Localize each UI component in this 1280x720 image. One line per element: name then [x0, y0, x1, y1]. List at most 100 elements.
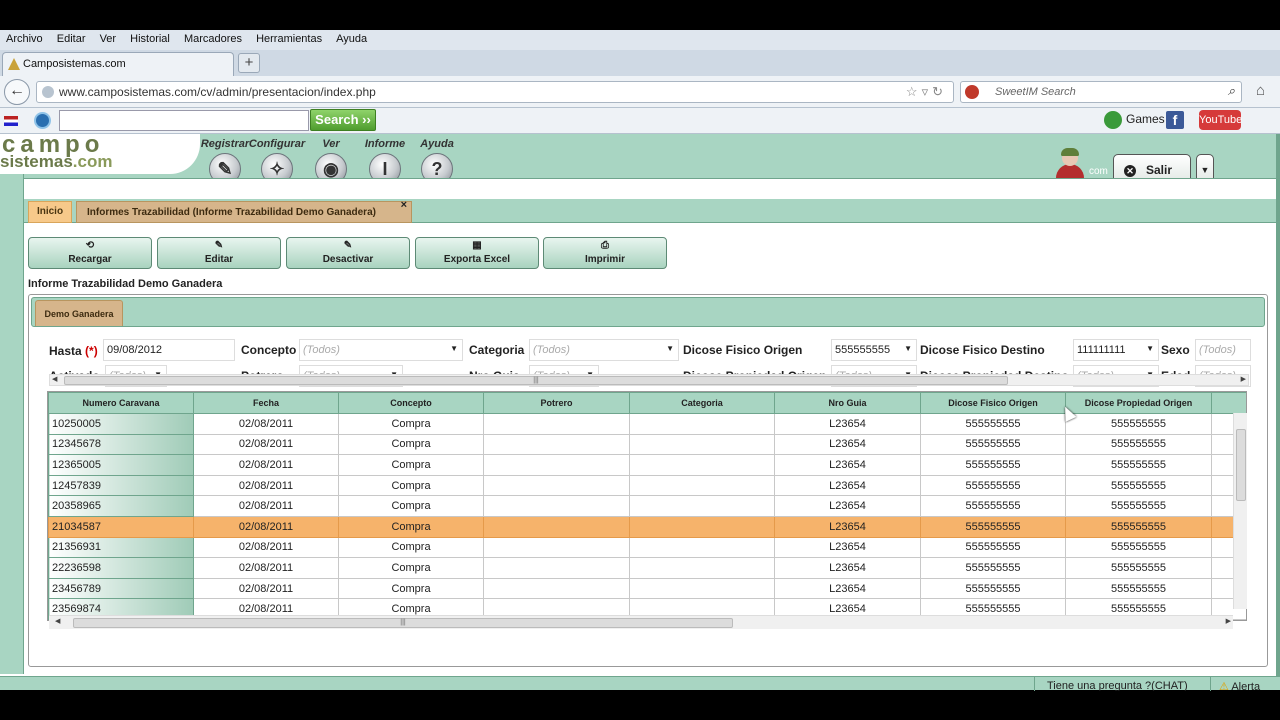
table-cell: L23654 [774, 557, 921, 579]
table-row[interactable]: 21356931 02/08/2011 Compra L23654 555555555 5… [48, 536, 1246, 559]
menu-ayuda[interactable]: Ayuda [330, 30, 372, 45]
scroll-thumb[interactable]: ||| [73, 618, 733, 628]
search-icon[interactable]: ⌕ [1228, 83, 1235, 99]
tab-informes[interactable]: Informes Trazabilidad (Informe Trazabili… [76, 199, 412, 223]
site-identity-icon[interactable] [42, 86, 54, 98]
language-flag-icon[interactable] [4, 116, 18, 126]
column-header[interactable]: Concepto [338, 392, 484, 414]
table-row[interactable]: 23456789 02/08/2011 Compra L23654 555555555 5… [48, 577, 1246, 600]
categoria-label: Categoria [469, 343, 525, 357]
scroll-left-icon[interactable]: ◀ [52, 375, 57, 383]
table-cell: Compra [338, 433, 484, 456]
browser-tabbar: Camposistemas.com + [0, 50, 1280, 76]
menu-historial[interactable]: Historial [124, 30, 175, 45]
table-row[interactable]: 22236598 02/08/2011 Compra L23654 555555555 5… [48, 557, 1246, 579]
hasta-date-input[interactable]: 09/08/2012 [103, 339, 235, 361]
scroll-right-icon[interactable]: ▶ [1241, 375, 1246, 383]
tab-inicio[interactable]: Inicio [28, 201, 72, 223]
menu-informe-label: Informe [364, 138, 406, 150]
table-cell: 555555555 [1065, 557, 1212, 579]
table-cell: 555555555 [920, 474, 1066, 497]
bookmark-reload-icons[interactable]: ☆▿↻ [906, 84, 947, 100]
games-label: Games [1126, 112, 1165, 127]
facebook-icon[interactable]: f [1166, 111, 1184, 129]
table-cell: 23456789 [48, 577, 194, 600]
logo-bottom: sistemas.com [0, 152, 112, 172]
column-header[interactable]: Di [1211, 392, 1246, 414]
column-header[interactable]: Potrero [483, 392, 630, 414]
table-cell [629, 433, 775, 456]
reload-label: Recargar [68, 254, 112, 265]
dicose-fisico-destino-select[interactable]: 111111111 ▼ [1073, 339, 1159, 361]
search-engine-icon[interactable] [965, 85, 979, 99]
table-cell: 555555555 [920, 515, 1066, 538]
dropdown-arrow-icon: ▼ [450, 344, 458, 353]
addon-toolbar: Search ›› Games f YouTube [0, 108, 1280, 134]
menu-editar[interactable]: Editar [51, 30, 91, 45]
browser-search-bar[interactable]: SweetIM Search ⌕ [960, 81, 1242, 103]
table-cell [629, 413, 775, 435]
table-cell: 12457839 [48, 474, 194, 497]
categoria-select[interactable]: (Todos) ▼ [529, 339, 679, 361]
column-header[interactable]: Dicose Propiedad Origen [1065, 392, 1212, 414]
column-header[interactable]: Fecha [193, 392, 339, 414]
column-header[interactable]: Dicose Fisico Origen [920, 392, 1066, 414]
new-tab-button[interactable]: + [238, 53, 260, 73]
table-row[interactable]: 12365005 02/08/2011 Compra L23654 555555555 5… [48, 454, 1246, 476]
scroll-left-icon[interactable]: ◀ [55, 617, 60, 625]
table-cell: Compra [338, 495, 484, 517]
globe-icon[interactable] [34, 112, 51, 129]
table-cell: 02/08/2011 [193, 474, 339, 497]
column-header[interactable]: Categoria [629, 392, 775, 414]
toolbar-search-input[interactable] [59, 110, 309, 131]
dropdown-arrow-icon: ▼ [666, 344, 674, 353]
column-header[interactable]: Nro Guia [774, 392, 921, 414]
reload-button[interactable]: ⟲ Recargar [28, 237, 152, 269]
tab-informes-label: Informes Trazabilidad (Informe Trazabili… [87, 207, 376, 218]
scroll-thumb[interactable] [1236, 429, 1246, 501]
spreadsheet-icon: ▦ [472, 240, 482, 251]
column-header[interactable]: Numero Caravana [48, 392, 194, 414]
scroll-thumb[interactable]: ||| [64, 376, 1008, 385]
table-row[interactable]: 12457839 02/08/2011 Compra L23654 555555555 5… [48, 474, 1246, 497]
table-cell [629, 577, 775, 600]
menu-marcadores[interactable]: Marcadores [178, 30, 247, 45]
url-bar[interactable]: www.camposistemas.com/cv/admin/presentac… [36, 81, 954, 103]
home-icon[interactable]: ⌂ [1256, 82, 1265, 99]
table-row[interactable]: 12345678 02/08/2011 Compra L23654 555555555 5… [48, 433, 1246, 456]
grid-horizontal-scrollbar[interactable]: ◀ ||| ▶ [49, 615, 1233, 629]
alert-link[interactable]: ⚠ Alerta [1210, 677, 1280, 691]
tab-demo-ganadera[interactable]: Demo Ganadera [35, 300, 123, 326]
export-excel-button[interactable]: ▦ Exporta Excel [415, 237, 539, 269]
table-row[interactable]: 20358965 02/08/2011 Compra L23654 555555555 5… [48, 495, 1246, 517]
reload-icon: ⟲ [85, 240, 95, 251]
dicose-fisico-origen-select[interactable]: 555555555 ▼ [831, 339, 917, 361]
edit-button[interactable]: ✎ Editar [157, 237, 281, 269]
back-button[interactable]: ← [4, 79, 30, 105]
games-link[interactable]: Games [1104, 111, 1165, 129]
menu-archivo[interactable]: Archivo [0, 30, 48, 45]
scroll-right-icon[interactable]: ▶ [1226, 617, 1231, 625]
work-area: Inicio Informes Trazabilidad (Informe Tr… [24, 178, 1276, 678]
table-cell: 555555555 [920, 557, 1066, 579]
print-button[interactable]: ⎙ Imprimir [543, 237, 667, 269]
concepto-select[interactable]: (Todos) ▼ [299, 339, 463, 361]
table-row[interactable]: 21034587 02/08/2011 Compra L23654 555555555 5… [48, 515, 1246, 538]
dicose-fisico-destino-label: Dicose Fisico Destino [920, 343, 1045, 357]
user-name: com [1089, 166, 1108, 177]
filters-horizontal-scrollbar[interactable]: ◀ ||| ▶ [49, 374, 1249, 386]
sexo-select[interactable]: (Todos) [1195, 339, 1251, 361]
menu-registrar-label: Registrar [200, 138, 250, 150]
deactivate-button[interactable]: ✎ Desactivar [286, 237, 410, 269]
menu-ver[interactable]: Ver [94, 30, 122, 45]
grid-table: Numero Caravana Fecha Concepto Potrero Categ… [48, 392, 1246, 620]
table-cell: L23654 [774, 515, 921, 538]
youtube-button[interactable]: YouTube [1199, 110, 1242, 130]
grid-vertical-scrollbar[interactable] [1233, 413, 1247, 609]
toolbar-search-button[interactable]: Search ›› [310, 109, 376, 131]
table-cell: 02/08/2011 [193, 536, 339, 559]
menu-herramientas[interactable]: Herramientas [250, 30, 327, 45]
close-tab-icon[interactable]: × [401, 199, 407, 211]
browser-tab[interactable]: Camposistemas.com [2, 52, 234, 76]
chat-link[interactable]: Tiene una pregunta ?(CHAT) [1034, 677, 1204, 691]
